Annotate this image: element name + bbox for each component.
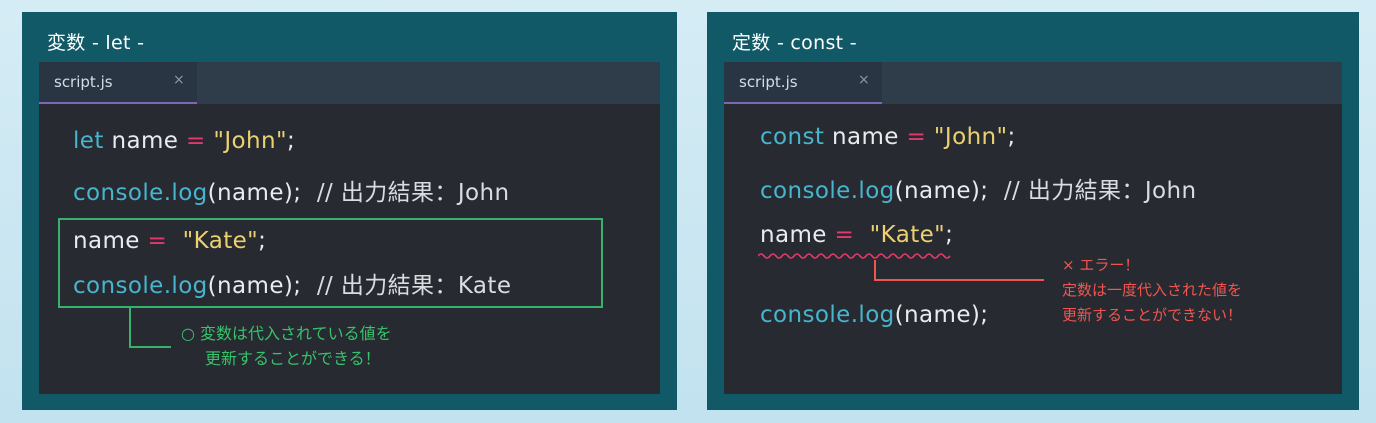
const-panel-title: 定数 - const - xyxy=(732,32,857,54)
let-panel-title: 変数 - let - xyxy=(47,32,145,54)
connector-line xyxy=(874,260,1044,281)
success-note-line-1: ○ 変数は代入されている値を xyxy=(181,324,392,343)
code-editor: script.js × let name = "John"; console.l… xyxy=(39,62,660,394)
arguments: (name); xyxy=(894,302,989,328)
function-call: console.log xyxy=(760,302,895,328)
error-note-line-2: 定数は一度代入された値を xyxy=(1062,281,1243,299)
code-editor: script.js × const name = "John"; console… xyxy=(724,62,1342,394)
error-note-line-3: 更新することができない！ xyxy=(1062,306,1243,324)
success-note: ○ 変数は代入されている値を 更新することができる！ xyxy=(181,321,392,371)
error-note-line-1: × エラー！ xyxy=(1062,256,1140,274)
const-panel: 定数 - const - script.js × const name = "J… xyxy=(707,12,1359,410)
error-note: × エラー！ 定数は一度代入された値を 更新することができない！ xyxy=(1062,253,1242,328)
code-line-4: console.log(name); xyxy=(760,302,988,328)
success-note-line-2: 更新することができる！ xyxy=(205,349,381,368)
let-panel: 変数 - let - script.js × let name = "John"… xyxy=(22,12,677,410)
